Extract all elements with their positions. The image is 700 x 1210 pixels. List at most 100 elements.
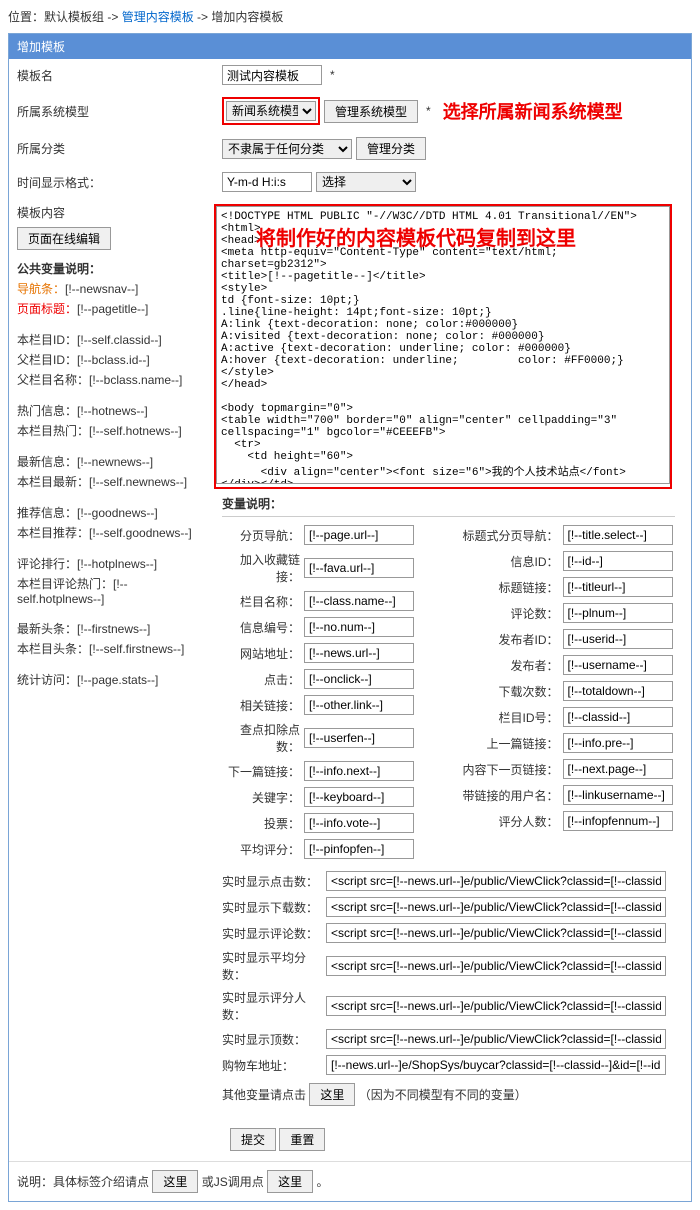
var-value[interactable] bbox=[304, 669, 414, 689]
var-row: 下载次数： bbox=[459, 681, 676, 701]
var-value[interactable] bbox=[563, 811, 673, 831]
script-value[interactable] bbox=[326, 1029, 666, 1049]
var-row: 加入收藏链接： bbox=[222, 551, 439, 585]
annotation-template: 将制作好的内容模板代码复制到这里 bbox=[256, 222, 662, 251]
var-row: 栏目名称： bbox=[222, 591, 439, 611]
script-value[interactable] bbox=[326, 1055, 666, 1075]
var-row: 上一篇链接： bbox=[459, 733, 676, 753]
manage-category-button[interactable]: 管理分类 bbox=[356, 137, 426, 160]
script-row: 实时显示下载数： bbox=[222, 897, 675, 917]
var-value[interactable] bbox=[304, 558, 414, 578]
var-row: 栏目ID号： bbox=[459, 707, 676, 727]
var-value[interactable] bbox=[563, 603, 673, 623]
var-value[interactable] bbox=[304, 643, 414, 663]
var-row: 下一篇链接： bbox=[222, 761, 439, 781]
var-value[interactable] bbox=[563, 707, 673, 727]
sidebar-var: 本栏目头条：[!--self.firstnews--] bbox=[17, 640, 206, 657]
sidebar-var: 最新头条：[!--firstnews--] bbox=[17, 620, 206, 637]
category-label: 所属分类 bbox=[17, 140, 222, 157]
var-row: 发布者： bbox=[459, 655, 676, 675]
name-input[interactable] bbox=[222, 65, 322, 85]
var-row: 查点扣除点数： bbox=[222, 721, 439, 755]
sidebar-var: 热门信息：[!--hotnews--] bbox=[17, 402, 206, 419]
sidebar-var: 本栏目热门：[!--self.hotnews--] bbox=[17, 422, 206, 439]
annotation-sysmodel: 选择所属新闻系统模型 bbox=[443, 98, 623, 124]
main-panel: 增加模板 模板名 * 所属系统模型 新闻系统模型 管理系统模型 * 选择所属新闻… bbox=[8, 33, 692, 1202]
timeformat-label: 时间显示格式： bbox=[17, 174, 222, 191]
var-row: 标题式分页导航： bbox=[459, 525, 676, 545]
vars-title: 变量说明： bbox=[222, 495, 675, 517]
script-value[interactable] bbox=[326, 897, 666, 917]
sidebar-var: 最新信息：[!--newnews--] bbox=[17, 453, 206, 470]
var-value[interactable] bbox=[304, 617, 414, 637]
script-value[interactable] bbox=[326, 871, 666, 891]
content-label: 模板内容 bbox=[17, 204, 206, 221]
var-value[interactable] bbox=[304, 728, 414, 748]
var-value[interactable] bbox=[563, 681, 673, 701]
reset-button[interactable]: 重置 bbox=[279, 1128, 325, 1151]
var-value[interactable] bbox=[563, 577, 673, 597]
sidebar-var: 本栏目最新：[!--self.newnews--] bbox=[17, 473, 206, 490]
var-row: 关键字： bbox=[222, 787, 439, 807]
breadcrumb: 位置：默认模板组 -> 管理内容模板 -> 增加内容模板 bbox=[8, 8, 692, 25]
var-value[interactable] bbox=[304, 839, 414, 859]
sysmodel-label: 所属系统模型 bbox=[17, 103, 222, 120]
var-value[interactable] bbox=[304, 787, 414, 807]
var-value[interactable] bbox=[563, 551, 673, 571]
var-row: 网站地址： bbox=[222, 643, 439, 663]
sidebar-var: 页面标题：[!--pagetitle--] bbox=[17, 300, 206, 317]
breadcrumb-link[interactable]: 管理内容模板 bbox=[122, 10, 194, 24]
sidebar-var: 统计访问：[!--page.stats--] bbox=[17, 671, 206, 688]
script-row: 实时显示评论数： bbox=[222, 923, 675, 943]
var-value[interactable] bbox=[563, 785, 673, 805]
script-value[interactable] bbox=[326, 956, 666, 976]
other-vars-button[interactable]: 这里 bbox=[309, 1083, 355, 1106]
name-label: 模板名 bbox=[17, 67, 222, 84]
var-value[interactable] bbox=[304, 695, 414, 715]
var-row: 点击： bbox=[222, 669, 439, 689]
desc-here-button-1[interactable]: 这里 bbox=[152, 1170, 198, 1193]
var-value[interactable] bbox=[563, 759, 673, 779]
script-value[interactable] bbox=[326, 996, 666, 1016]
var-value[interactable] bbox=[304, 761, 414, 781]
manage-sysmodel-button[interactable]: 管理系统模型 bbox=[324, 100, 418, 123]
category-select[interactable]: 不隶属于任何分类 bbox=[222, 139, 352, 159]
script-row: 实时显示顶数： bbox=[222, 1029, 675, 1049]
sidebar-var: 导航条：[!--newsnav--] bbox=[17, 280, 206, 297]
var-row: 内容下一页链接： bbox=[459, 759, 676, 779]
script-row: 购物车地址： bbox=[222, 1055, 675, 1075]
var-row: 相关链接： bbox=[222, 695, 439, 715]
var-row: 平均评分： bbox=[222, 839, 439, 859]
timeformat-select[interactable]: 选择 bbox=[316, 172, 416, 192]
sysmodel-select[interactable]: 新闻系统模型 bbox=[226, 101, 316, 121]
var-row: 带链接的用户名： bbox=[459, 785, 676, 805]
sidebar-var: 父栏目ID：[!--bclass.id--] bbox=[17, 351, 206, 368]
script-row: 实时显示点击数： bbox=[222, 871, 675, 891]
submit-button[interactable]: 提交 bbox=[230, 1128, 276, 1151]
sidebar-var: 本栏目ID：[!--self.classid--] bbox=[17, 331, 206, 348]
var-value[interactable] bbox=[304, 591, 414, 611]
var-row: 信息ID： bbox=[459, 551, 676, 571]
var-row: 评分人数： bbox=[459, 811, 676, 831]
script-value[interactable] bbox=[326, 923, 666, 943]
sidebar-var: 本栏目评论热门：[!--self.hotplnews--] bbox=[17, 575, 206, 606]
var-value[interactable] bbox=[304, 813, 414, 833]
var-row: 分页导航： bbox=[222, 525, 439, 545]
sidebar-var: 父栏目名称：[!--bclass.name--] bbox=[17, 371, 206, 388]
online-edit-button[interactable]: 页面在线编辑 bbox=[17, 227, 111, 250]
var-row: 评论数： bbox=[459, 603, 676, 623]
script-row: 实时显示平均分数： bbox=[222, 949, 675, 983]
var-value[interactable] bbox=[563, 733, 673, 753]
var-value[interactable] bbox=[563, 655, 673, 675]
sidebar-var: 本栏目推荐：[!--self.goodnews--] bbox=[17, 524, 206, 541]
sidebar-var: 推荐信息：[!--goodnews--] bbox=[17, 504, 206, 521]
desc-here-button-2[interactable]: 这里 bbox=[267, 1170, 313, 1193]
timeformat-input[interactable] bbox=[222, 172, 312, 192]
sidebar-var: 评论排行：[!--hotplnews--] bbox=[17, 555, 206, 572]
panel-title: 增加模板 bbox=[9, 34, 691, 59]
var-value[interactable] bbox=[563, 525, 673, 545]
var-row: 投票： bbox=[222, 813, 439, 833]
var-value[interactable] bbox=[304, 525, 414, 545]
var-value[interactable] bbox=[563, 629, 673, 649]
var-row: 发布者ID： bbox=[459, 629, 676, 649]
